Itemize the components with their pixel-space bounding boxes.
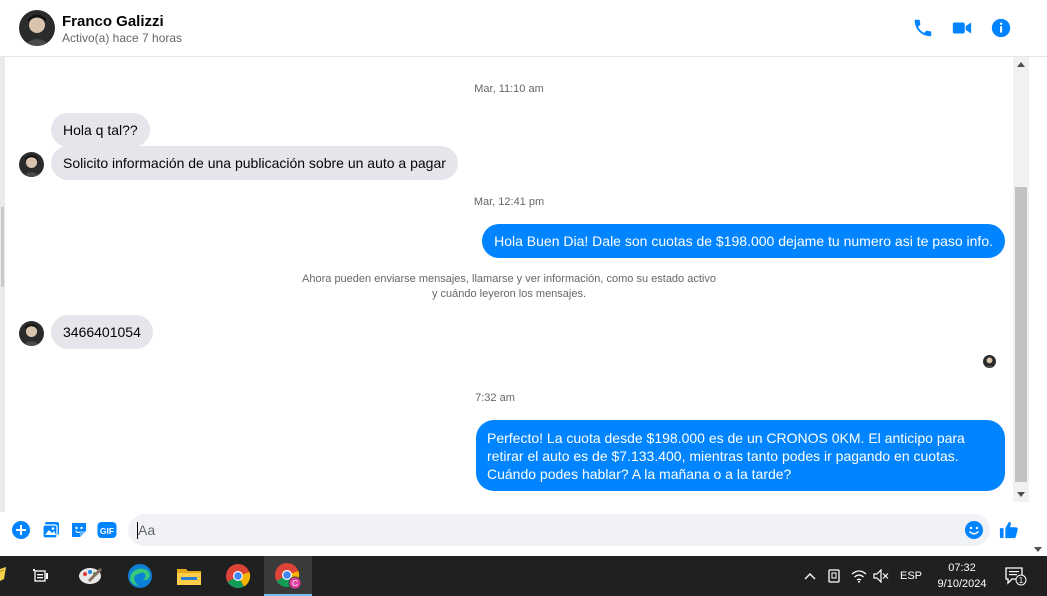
emoji-icon[interactable] [964, 520, 984, 540]
page-scroll-down-arrow-icon[interactable] [1034, 547, 1042, 552]
wifi-icon[interactable] [849, 556, 869, 596]
clock-date: 9/10/2024 [937, 578, 987, 590]
plus-circle-icon[interactable] [11, 520, 31, 540]
clock-time: 07:32 [948, 562, 976, 574]
page-scrollbar[interactable] [1029, 57, 1047, 556]
system-notice: Ahora pueden enviarse mensajes, llamarse… [5, 272, 1013, 302]
seen-indicator-avatar [983, 355, 996, 368]
contact-status: Activo(a) hace 7 horas [62, 31, 183, 45]
conversation-header: Franco Galizzi Activo(a) hace 7 horas [0, 0, 1047, 57]
volume-muted-icon[interactable] [871, 556, 891, 596]
chrome-profile-window-icon[interactable]: C [264, 556, 312, 596]
timestamp: 7:32 am [475, 392, 515, 404]
info-icon[interactable] [990, 17, 1012, 39]
svg-text:C: C [292, 579, 298, 588]
message-input[interactable] [128, 514, 990, 546]
paint-app-icon[interactable] [67, 556, 115, 596]
message-list[interactable]: Mar, 11:10 am Hola q tal?? Solicito info… [5, 57, 1013, 512]
system-notice-line: Ahora pueden enviarse mensajes, llamarse… [302, 273, 716, 285]
scrollbar-thumb[interactable] [1015, 187, 1027, 482]
message-incoming[interactable]: Solicito información de una publicación … [51, 146, 458, 180]
notification-center-icon[interactable]: 1 [1003, 556, 1029, 596]
contact-name[interactable]: Franco Galizzi [62, 13, 164, 30]
message-outgoing[interactable]: Perfecto! La cuota desde $198.000 es de … [476, 420, 1005, 491]
chrome-browser-icon[interactable] [214, 556, 262, 596]
windows-taskbar: C ESP 07:32 9/10/2024 1 [0, 556, 1047, 596]
message-composer: GIF [0, 512, 1029, 556]
edge-browser-icon[interactable] [116, 556, 164, 596]
photo-attach-icon[interactable] [41, 520, 61, 540]
gif-label: GIF [100, 526, 114, 536]
message-outgoing[interactable]: Hola Buen Dia! Dale son cuotas de $198.0… [482, 224, 1005, 258]
device-tray-icon[interactable] [824, 556, 844, 596]
timestamp: Mar, 12:41 pm [473, 196, 545, 208]
phone-call-icon[interactable] [912, 17, 934, 39]
scroll-down-arrow-icon[interactable] [1017, 492, 1025, 497]
message-incoming[interactable]: Hola q tal?? [51, 113, 150, 147]
sticker-icon[interactable] [69, 520, 89, 540]
text-caret [137, 522, 138, 539]
system-notice-line: y cuándo leyeron los mensajes. [431, 288, 587, 300]
scroll-up-arrow-icon[interactable] [1017, 62, 1025, 67]
contact-avatar-small [19, 321, 44, 346]
show-hidden-icons-chevron-icon[interactable] [800, 556, 820, 596]
chat-scrollbar[interactable] [1013, 57, 1029, 502]
video-call-icon[interactable] [951, 17, 973, 39]
input-language-indicator[interactable]: ESP [896, 556, 926, 596]
timestamp: Mar, 11:10 am [474, 83, 544, 95]
gif-icon[interactable]: GIF [97, 520, 117, 540]
notification-count-badge: 1 [1019, 576, 1024, 585]
pinned-app-partial[interactable] [0, 556, 12, 596]
message-incoming[interactable]: 3466401054 [51, 315, 153, 349]
thumbs-up-icon[interactable] [999, 520, 1021, 542]
taskbar-clock[interactable]: 07:32 9/10/2024 [928, 560, 996, 592]
file-explorer-icon[interactable] [165, 556, 213, 596]
contact-avatar[interactable] [19, 10, 55, 46]
contact-avatar-small [19, 152, 44, 177]
task-view-icon[interactable] [17, 556, 65, 596]
